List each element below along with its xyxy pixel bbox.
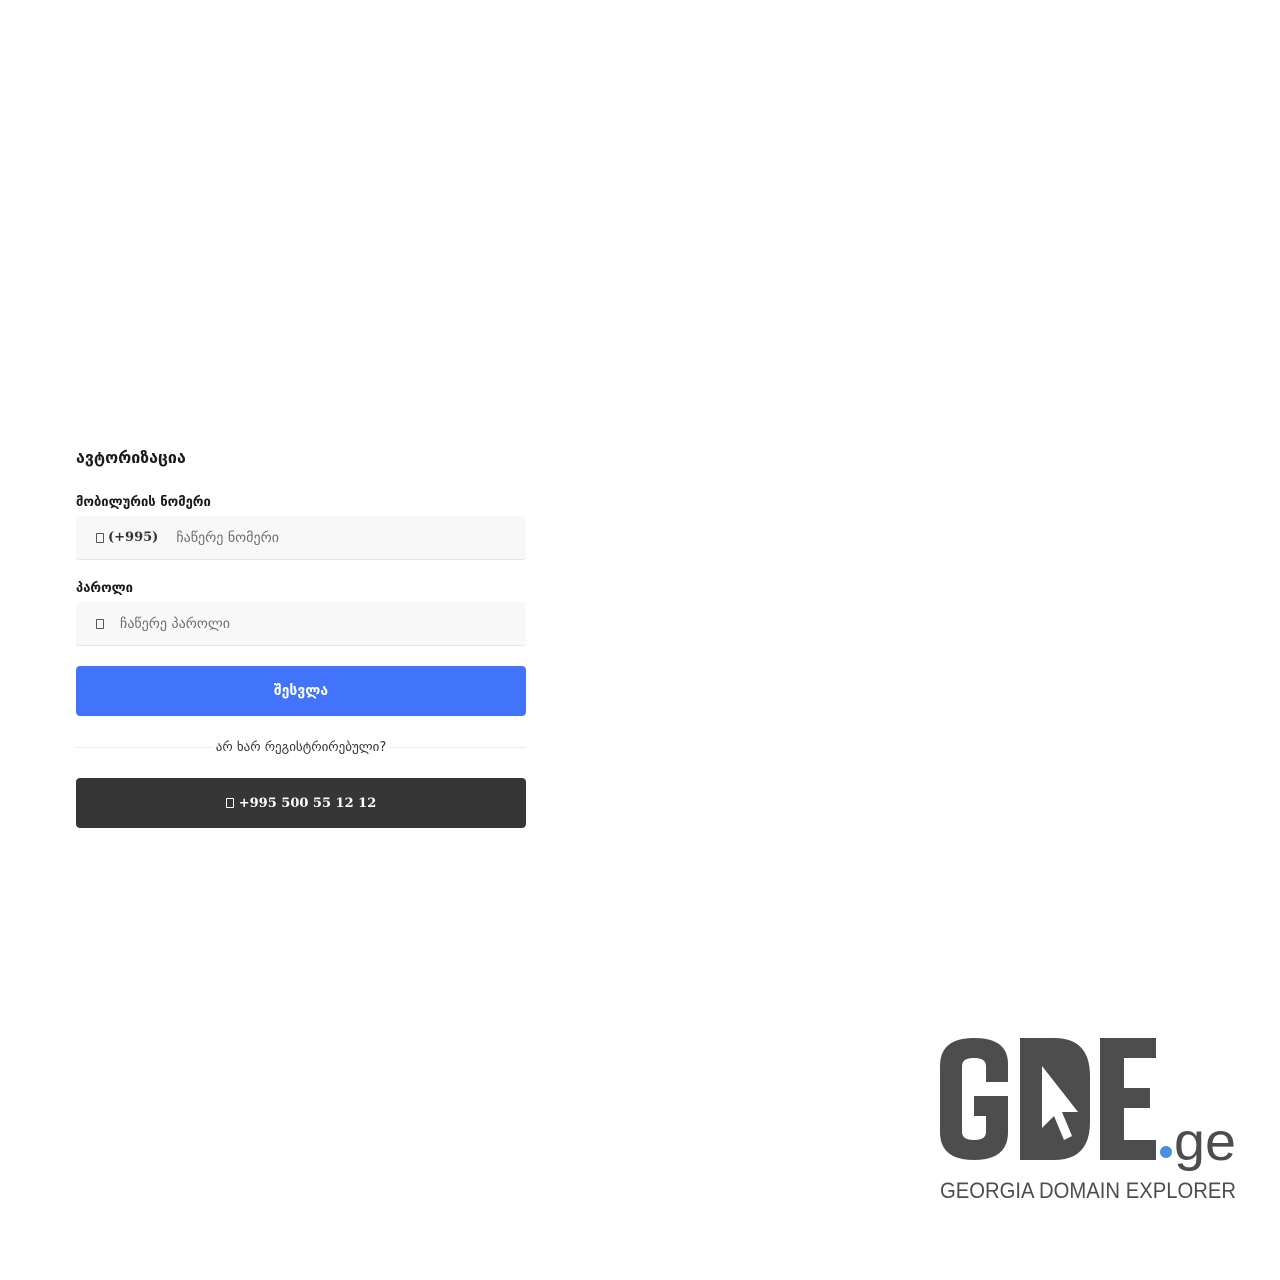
password-input[interactable] <box>120 603 526 644</box>
register-divider: არ ხარ რეგისტრირებული? <box>76 736 526 758</box>
call-phone-button[interactable]: +995 500 55 12 12 <box>76 778 526 828</box>
gde-logo: ge GEORGIA DOMAIN EXPLORER <box>940 1038 1236 1203</box>
login-form: ავტორიზაცია მობილურის ნომერი (+995) პარო… <box>76 446 526 828</box>
phone-label: მობილურის ნომერი <box>76 495 211 510</box>
page-title: ავტორიზაცია <box>76 448 186 467</box>
lock-icon <box>96 618 104 629</box>
phone-prefix: (+995) <box>108 530 159 545</box>
logo-tagline: GEORGIA DOMAIN EXPLORER <box>940 1178 1236 1203</box>
password-field <box>76 602 526 646</box>
logo-tld: ge <box>1174 1112 1236 1172</box>
call-phone-label: +995 500 55 12 12 <box>238 795 377 811</box>
phone-field: (+995) <box>76 516 526 560</box>
page: ავტორიზაცია მობილურის ნომერი (+995) პარო… <box>0 0 1280 1280</box>
phone-icon <box>225 798 234 808</box>
phone-input[interactable] <box>176 517 526 558</box>
logo-letter-e <box>1100 1038 1156 1160</box>
logo-letter-g <box>940 1038 1008 1160</box>
phone-icon <box>96 532 104 543</box>
login-button[interactable]: შესვლა <box>76 666 526 716</box>
password-label: პაროლი <box>76 581 133 596</box>
logo-dot <box>1160 1146 1172 1158</box>
register-prompt: არ ხარ რეგისტრირებული? <box>211 739 391 755</box>
